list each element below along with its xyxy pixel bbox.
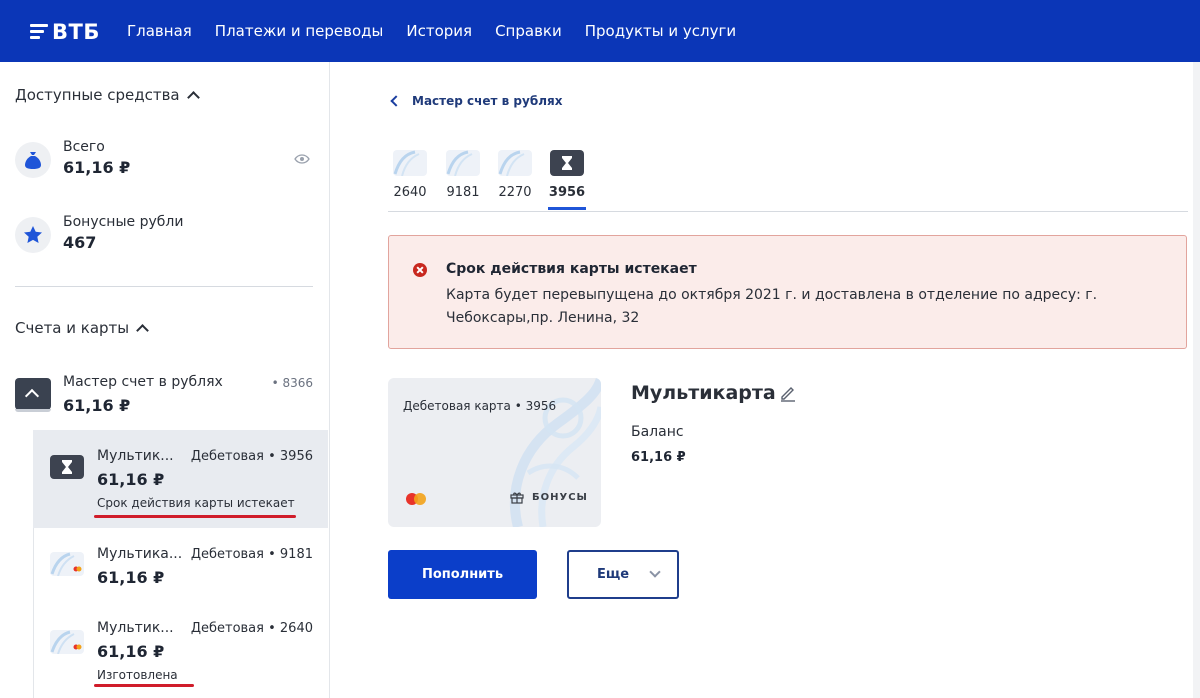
logo-text: ВТБ: [52, 20, 100, 44]
mastercard-icon: [406, 493, 426, 505]
red-underline-annotation: [94, 684, 194, 687]
back-link[interactable]: Мастер счет в рублях: [390, 94, 563, 108]
edit-pencil-icon[interactable]: [779, 384, 797, 402]
back-label: Мастер счет в рублях: [412, 94, 563, 108]
tab-card-3956[interactable]: 3956: [545, 150, 589, 200]
nav-products[interactable]: Продукты и услуги: [585, 22, 736, 40]
card-tabs: 2640 9181 2270 3956: [388, 150, 1188, 212]
tab-label: 2270: [498, 185, 532, 200]
tree-line: [33, 528, 34, 698]
hourglass-icon: [550, 150, 584, 176]
tab-label: 9181: [446, 185, 480, 200]
hourglass-icon: [50, 455, 84, 479]
total-value: 61,16 ₽: [63, 158, 131, 177]
account-value: 61,16 ₽: [63, 396, 131, 415]
nav-payments[interactable]: Платежи и переводы: [215, 22, 384, 40]
card-type: Дебетовая • 2640: [190, 621, 313, 636]
nav-home[interactable]: Главная: [127, 22, 192, 40]
total-label: Всего: [63, 139, 105, 155]
card-thumbnail-icon: [393, 150, 427, 176]
card-type-label: Дебетовая карта • 3956: [403, 399, 557, 413]
vtb-logo[interactable]: ВТБ: [30, 20, 100, 44]
back-arrow-icon: [390, 95, 402, 107]
alert-text: Карта будет перевыпущена до октября 2021…: [446, 287, 1098, 326]
balance-value: 61,16 ₽: [631, 450, 686, 465]
nav-statements[interactable]: Справки: [495, 22, 562, 40]
card-thumbnail-icon: [50, 630, 84, 654]
sidebar: Доступные средства Всего 61,16 ₽ Бонусны…: [0, 62, 330, 698]
card-thumbnail-icon: [498, 150, 532, 176]
available-funds-title: Доступные средства: [15, 86, 180, 104]
eye-icon[interactable]: [294, 154, 310, 164]
active-tab-indicator: [548, 207, 586, 210]
expiry-alert: Срок действия карты истекает Карта будет…: [388, 235, 1187, 349]
top-up-button[interactable]: Пополнить: [388, 550, 537, 599]
top-navigation-bar: ВТБ Главная Платежи и переводы История С…: [0, 0, 1200, 62]
card-value: 61,16 ₽: [97, 568, 165, 587]
bonus-label: Бонусные рубли: [63, 214, 184, 230]
card-title: Мультикарта: [631, 382, 776, 404]
card-thumbnail-icon: [446, 150, 480, 176]
card-name: Мультик...: [97, 448, 174, 464]
card-status: Изготовлена: [97, 668, 178, 682]
sidebar-divider: [15, 286, 313, 287]
tab-card-2270[interactable]: 2270: [493, 150, 537, 200]
nav-history[interactable]: История: [406, 22, 472, 40]
chevron-down-icon: [649, 566, 661, 578]
sidebar-card-3956[interactable]: Мультик... Дебетовая • 3956 61,16 ₽ Срок…: [33, 430, 328, 528]
tab-card-9181[interactable]: 9181: [441, 150, 485, 200]
card-value: 61,16 ₽: [97, 642, 165, 661]
more-label: Еще: [597, 567, 630, 582]
card-type: Дебетовая • 3956: [190, 449, 313, 464]
bonus-balance: Бонусные рубли 467: [15, 213, 183, 255]
tab-label: 2640: [393, 185, 427, 200]
account-number: • 8366: [271, 376, 313, 390]
tab-label: 3956: [548, 185, 586, 200]
money-bag-icon: [15, 142, 51, 178]
account-name: Мастер счет в рублях: [63, 374, 223, 390]
more-button[interactable]: Еще: [567, 550, 679, 599]
card-name: Мультика...: [97, 546, 183, 562]
star-icon: [15, 217, 51, 253]
account-master-rub[interactable]: Мастер счет в рублях • 8366 61,16 ₽: [15, 372, 315, 424]
scrollbar[interactable]: [1193, 62, 1200, 698]
gift-icon: [510, 492, 524, 504]
card-name: Мультик...: [97, 620, 174, 636]
card-value: 61,16 ₽: [97, 470, 165, 489]
accounts-header[interactable]: Счета и карты: [15, 319, 150, 337]
bonus-value: 467: [63, 233, 97, 252]
account-icon: [15, 378, 51, 412]
card-status: Срок действия карты истекает: [97, 496, 295, 510]
bonus-badge: БОНУСЫ: [510, 491, 588, 504]
error-icon: [413, 263, 427, 277]
card-type: Дебетовая • 9181: [190, 547, 313, 562]
alert-title: Срок действия карты истекает: [446, 261, 697, 277]
tab-card-2640[interactable]: 2640: [388, 150, 432, 200]
accounts-title: Счета и карты: [15, 319, 130, 337]
total-balance: Всего 61,16 ₽: [15, 138, 130, 180]
sidebar-card-9181[interactable]: Мультика... Дебетовая • 9181 61,16 ₽: [33, 528, 328, 608]
red-underline-annotation: [94, 515, 296, 518]
bonus-label: БОНУСЫ: [532, 492, 588, 503]
card-thumbnail-icon: [50, 552, 84, 576]
main-nav: Главная Платежи и переводы История Справ…: [127, 0, 736, 62]
available-funds-header[interactable]: Доступные средства: [15, 86, 200, 104]
chevron-up-icon: [186, 91, 200, 104]
chevron-up-icon: [136, 324, 150, 337]
balance-label: Баланс: [631, 424, 684, 440]
card-image[interactable]: Дебетовая карта • 3956 БОНУСЫ: [388, 378, 601, 527]
logo-mark-icon: [30, 23, 48, 39]
